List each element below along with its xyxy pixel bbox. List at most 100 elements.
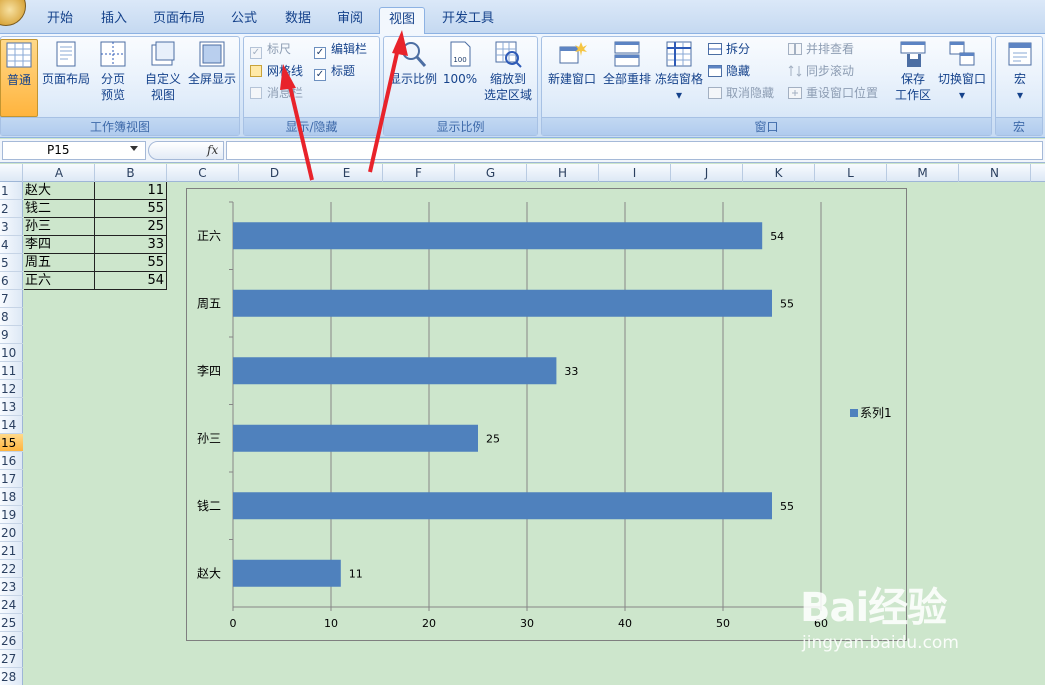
cell-value[interactable]: 25: [95, 218, 167, 236]
row-header[interactable]: 28: [0, 668, 23, 685]
tab-view[interactable]: 视图: [379, 7, 425, 35]
row-header[interactable]: 22: [0, 560, 23, 578]
cell-value[interactable]: 55: [95, 200, 167, 218]
cell-value[interactable]: 54: [95, 272, 167, 290]
row-header[interactable]: 14: [0, 416, 23, 434]
row-header[interactable]: 27: [0, 650, 23, 668]
column-header[interactable]: I: [599, 164, 671, 182]
new-window-button[interactable]: 新建窗口: [544, 39, 600, 117]
zoom-100-button[interactable]: 100 100%: [442, 39, 478, 117]
gridlines-checkbox[interactable]: 网格线: [250, 62, 303, 80]
column-header[interactable]: M: [887, 164, 959, 182]
ruler-checkbox[interactable]: ✓ 标尺: [250, 40, 291, 59]
column-header[interactable]: D: [239, 164, 311, 182]
formula-input[interactable]: [226, 141, 1043, 160]
row-header[interactable]: 20: [0, 524, 23, 542]
page-break-preview-button[interactable]: 分页 预览: [93, 39, 133, 117]
tab-review[interactable]: 审阅: [328, 7, 372, 34]
cell-value[interactable]: 55: [95, 254, 167, 272]
reset-window-position-button[interactable]: 重设窗口位置: [788, 84, 878, 102]
watermark-url: jingyan.baidu.com: [802, 633, 959, 653]
freeze-panes-button[interactable]: 冻结窗格 ▾: [654, 39, 704, 117]
row-header[interactable]: 18: [0, 488, 23, 506]
zoom-button[interactable]: 显示比例: [386, 39, 440, 117]
row-header[interactable]: 26: [0, 632, 23, 650]
tab-page-layout[interactable]: 页面布局: [146, 7, 212, 34]
tab-insert[interactable]: 插入: [92, 7, 136, 34]
bar-chart[interactable]: 0 10 20 30 40 50 60 赵大 11 钱二 55 孙三 25 李四 33 周五 55 正六 54 系列1: [186, 188, 907, 641]
row-header[interactable]: 9: [0, 326, 23, 344]
normal-view-button[interactable]: 普通: [0, 39, 38, 117]
cell-name[interactable]: 孙三: [24, 218, 95, 236]
save-workspace-button[interactable]: 保存 工作区: [892, 39, 934, 117]
column-header[interactable]: L: [815, 164, 887, 182]
column-header[interactable]: H: [527, 164, 599, 182]
hide-window-button[interactable]: 隐藏: [708, 62, 750, 80]
office-button-icon[interactable]: [0, 0, 26, 26]
cell-name[interactable]: 周五: [24, 254, 95, 272]
tab-formulas[interactable]: 公式: [222, 7, 266, 34]
row-header[interactable]: 3: [0, 218, 23, 236]
data-label: 55: [780, 297, 794, 310]
custom-views-label-1: 自定义: [144, 72, 181, 86]
column-header[interactable]: B: [95, 164, 167, 182]
cell-name[interactable]: 正六: [24, 272, 95, 290]
column-header[interactable]: J: [671, 164, 743, 182]
formula-bar-checkbox[interactable]: ✓ 编辑栏: [314, 40, 367, 59]
full-screen-button[interactable]: 全屏显示: [185, 39, 239, 117]
cell-name[interactable]: 赵大: [24, 182, 95, 200]
name-box-dropdown-icon[interactable]: [130, 146, 138, 151]
column-header[interactable]: C: [167, 164, 239, 182]
row-header[interactable]: 15: [0, 434, 23, 452]
row-header[interactable]: 6: [0, 272, 23, 290]
row-header[interactable]: 12: [0, 380, 23, 398]
row-header[interactable]: 4: [0, 236, 23, 254]
row-header[interactable]: 10: [0, 344, 23, 362]
view-side-by-side-button[interactable]: 并排查看: [788, 40, 854, 58]
message-bar-checkbox[interactable]: 消息栏: [250, 84, 303, 102]
column-header[interactable]: F: [383, 164, 455, 182]
column-header[interactable]: E: [311, 164, 383, 182]
column-header[interactable]: G: [455, 164, 527, 182]
switch-windows-button[interactable]: 切换窗口 ▾: [934, 39, 990, 117]
row-header[interactable]: 17: [0, 470, 23, 488]
row-header[interactable]: 21: [0, 542, 23, 560]
tab-data[interactable]: 数据: [276, 7, 320, 34]
row-header[interactable]: 8: [0, 308, 23, 326]
insert-function-icon[interactable]: fx: [207, 143, 218, 157]
column-header[interactable]: A: [24, 164, 95, 182]
reset-window-position-label: 重设窗口位置: [806, 86, 879, 100]
row-header[interactable]: 2: [0, 200, 23, 218]
row-header[interactable]: 25: [0, 614, 23, 632]
split-button[interactable]: 拆分: [708, 40, 750, 58]
select-all-corner[interactable]: [0, 164, 23, 182]
cell-value[interactable]: 33: [95, 236, 167, 254]
cell-name[interactable]: 李四: [24, 236, 95, 254]
page-layout-view-button[interactable]: 页面布局: [41, 39, 91, 117]
row-header[interactable]: 19: [0, 506, 23, 524]
unhide-window-button[interactable]: 取消隐藏: [708, 84, 774, 102]
row-header[interactable]: 7: [0, 290, 23, 308]
ruler-check-icon: ✓: [250, 47, 262, 59]
name-box[interactable]: P15: [2, 141, 146, 160]
row-header[interactable]: 24: [0, 596, 23, 614]
zoom-to-selection-button[interactable]: 缩放到 选定区域: [480, 39, 536, 117]
cell-value[interactable]: 11: [95, 182, 167, 200]
column-header[interactable]: N: [959, 164, 1031, 182]
tab-home[interactable]: 开始: [38, 7, 82, 34]
column-header[interactable]: K: [743, 164, 815, 182]
row-header[interactable]: 1: [0, 182, 23, 200]
row-header[interactable]: 23: [0, 578, 23, 596]
arrange-all-button[interactable]: 全部重排: [600, 39, 654, 117]
custom-views-button[interactable]: 自定义 视图: [141, 39, 185, 117]
row-header[interactable]: 13: [0, 398, 23, 416]
row-header[interactable]: 16: [0, 452, 23, 470]
cell-name[interactable]: 钱二: [24, 200, 95, 218]
ribbon-tab-bar: 开始 插入 页面布局 公式 数据 审阅 视图 开发工具: [0, 0, 1045, 35]
macros-button[interactable]: 宏 ▾: [1000, 39, 1040, 117]
row-header[interactable]: 5: [0, 254, 23, 272]
tab-developer[interactable]: 开发工具: [434, 7, 502, 34]
headings-checkbox[interactable]: ✓ 标题: [314, 62, 355, 81]
synchronous-scrolling-button[interactable]: 同步滚动: [788, 62, 854, 80]
row-header[interactable]: 11: [0, 362, 23, 380]
